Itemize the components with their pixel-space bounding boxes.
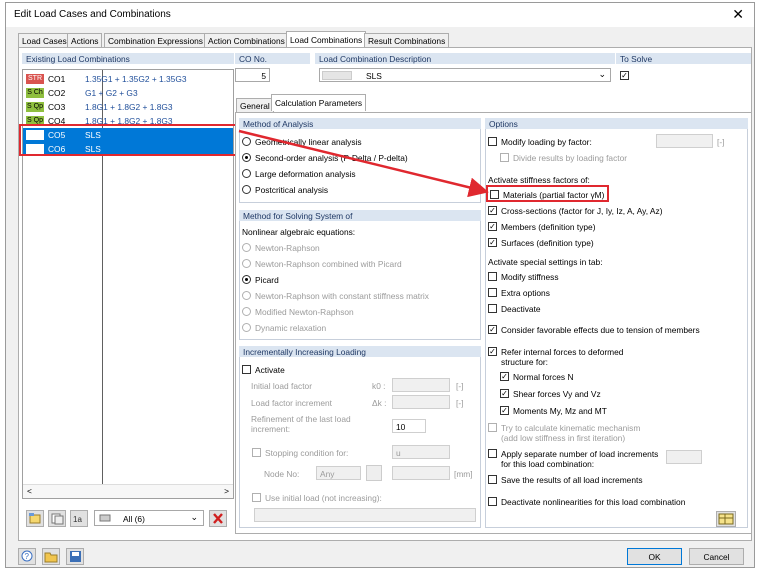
svg-text:?: ? [25, 552, 30, 561]
dialog-window: Edit Load Cases and Combinations ✕ Load … [5, 2, 755, 568]
ok-button[interactable]: OK [627, 548, 682, 565]
cancel-button[interactable]: Cancel [689, 548, 744, 565]
open-folder-icon[interactable] [42, 548, 60, 565]
annotation-arrow [238, 129, 489, 198]
save-icon[interactable] [66, 548, 84, 565]
help-icon[interactable]: ? [18, 548, 36, 565]
